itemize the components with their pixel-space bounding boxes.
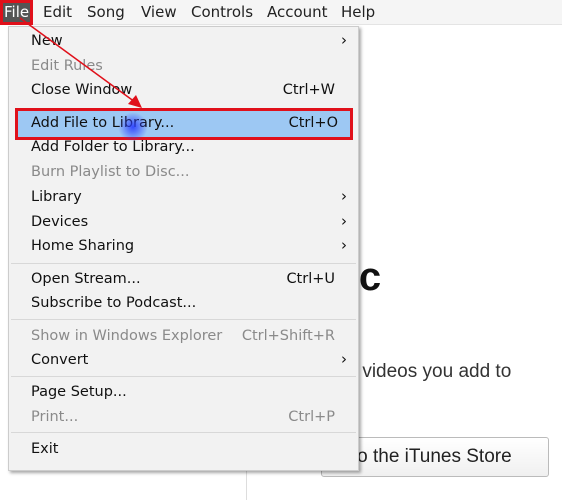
menu-item-library[interactable]: Library › — [10, 186, 357, 210]
menu-item-add-folder-to-library[interactable]: Add Folder to Library... — [10, 136, 357, 160]
menu-item-exit[interactable]: Exit — [10, 438, 357, 462]
menu-item-label: Exit — [31, 441, 59, 457]
menu-item-label: Edit Rules — [31, 58, 103, 74]
menu-item-label: Add Folder to Library... — [31, 139, 195, 155]
menu-item-edit-rules[interactable]: Edit Rules — [10, 55, 357, 79]
menu-item-label: Devices — [31, 214, 89, 230]
chevron-right-icon: › — [341, 187, 347, 205]
menu-item-page-setup[interactable]: Page Setup... — [10, 381, 357, 405]
menu-item-burn-playlist-to-disc[interactable]: Burn Playlist to Disc... — [10, 161, 357, 185]
menu-controls[interactable]: Controls — [191, 3, 253, 21]
menu-separator — [11, 263, 356, 264]
menu-item-label: Page Setup... — [31, 384, 127, 400]
menu-item-new[interactable]: New › — [10, 30, 357, 54]
menu-view[interactable]: View — [141, 3, 177, 21]
file-menu-dropdown: New › Edit Rules Close Window Ctrl+W Add File… — [8, 26, 359, 471]
menu-item-open-stream[interactable]: Open Stream... Ctrl+U — [10, 268, 357, 292]
menu-item-shortcut: Ctrl+Shift+R — [241, 328, 335, 344]
menu-item-label: New — [31, 33, 63, 49]
menu-item-label: Home Sharing — [31, 238, 135, 254]
menu-item-subscribe-to-podcast[interactable]: Subscribe to Podcast... — [10, 292, 357, 316]
chevron-right-icon: › — [341, 212, 347, 230]
menu-item-show-in-windows-explorer[interactable]: Show in Windows Explorer Ctrl+Shift+R — [10, 325, 357, 349]
chevron-right-icon: › — [341, 236, 347, 254]
menu-item-label: Subscribe to Podcast... — [31, 295, 197, 311]
menu-item-add-file-to-library[interactable]: Add File to Library... Ctrl+O — [15, 108, 353, 140]
menu-item-close-window[interactable]: Close Window Ctrl+W — [10, 79, 357, 103]
menu-separator — [11, 376, 356, 377]
menu-item-label: Print... — [31, 409, 79, 425]
menu-help[interactable]: Help — [341, 3, 375, 21]
menu-item-shortcut: Ctrl+O — [288, 115, 338, 131]
chevron-right-icon: › — [341, 31, 347, 49]
menu-file[interactable]: File — [0, 0, 34, 25]
menu-item-convert[interactable]: Convert › — [10, 349, 357, 373]
menu-item-label: Convert — [31, 352, 89, 368]
menu-account[interactable]: Account — [267, 3, 328, 21]
menu-item-shortcut: Ctrl+U — [286, 271, 335, 287]
menu-item-label: Show in Windows Explorer — [31, 328, 223, 344]
menu-edit[interactable]: Edit — [43, 3, 72, 21]
menu-item-home-sharing[interactable]: Home Sharing › — [10, 235, 357, 259]
menu-item-label: Close Window — [31, 82, 133, 98]
menu-separator — [11, 319, 356, 320]
menu-bar: File Edit Song View Controls Account Hel… — [0, 0, 562, 25]
menu-separator — [11, 432, 356, 433]
menu-song[interactable]: Song — [87, 3, 125, 21]
menu-item-label: Open Stream... — [31, 271, 141, 287]
menu-item-label: Burn Playlist to Disc... — [31, 164, 190, 180]
chevron-right-icon: › — [341, 350, 347, 368]
menu-item-shortcut: Ctrl+W — [282, 82, 335, 98]
menu-item-label: Library — [31, 189, 82, 205]
menu-item-label: Add File to Library... — [31, 115, 175, 131]
menu-item-print[interactable]: Print... Ctrl+P — [10, 406, 357, 430]
menu-item-devices[interactable]: Devices › — [10, 211, 357, 235]
cursor-highlight — [118, 112, 148, 142]
menu-item-shortcut: Ctrl+P — [288, 409, 335, 425]
